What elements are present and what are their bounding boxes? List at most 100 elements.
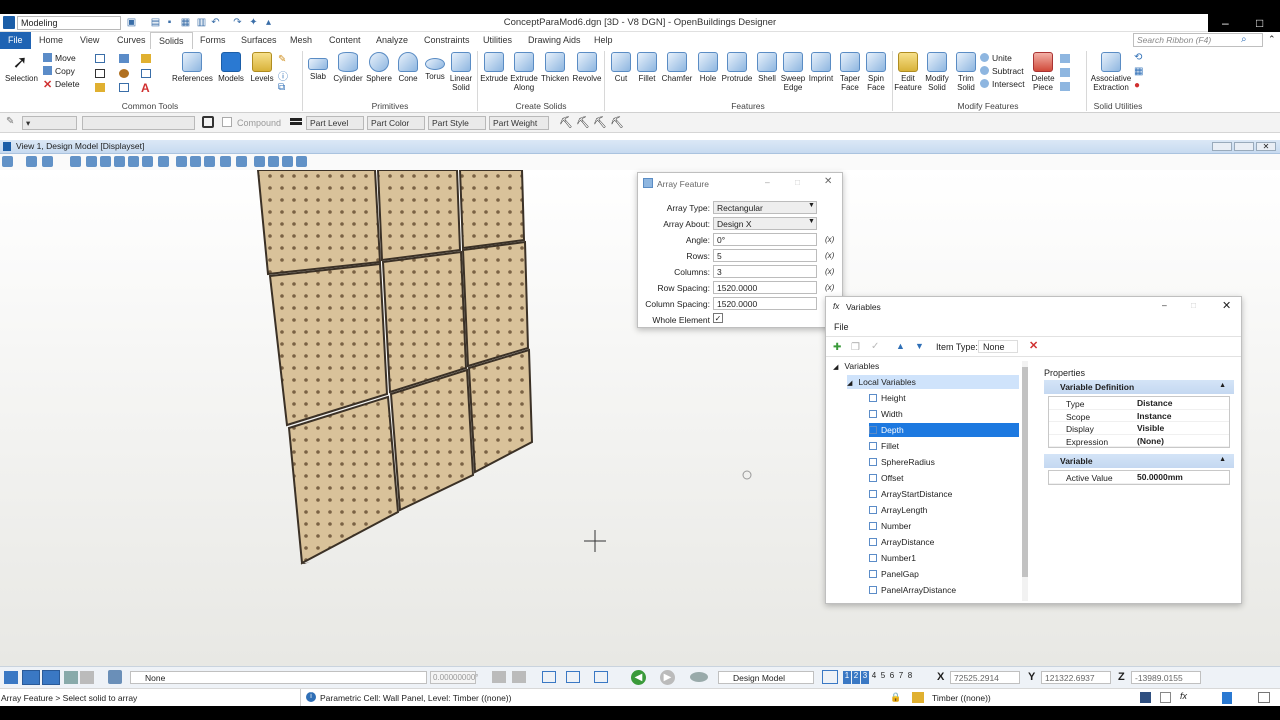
view-next-icon[interactable] bbox=[190, 156, 201, 167]
part-style-select[interactable]: Part Style bbox=[428, 116, 486, 130]
array-about-select[interactable]: Design X bbox=[713, 217, 817, 230]
remove-icon[interactable]: ● bbox=[1134, 80, 1146, 94]
pencil-icon[interactable] bbox=[95, 83, 105, 92]
expression-row[interactable]: Expression (None) bbox=[1049, 435, 1229, 447]
panel[interactable] bbox=[389, 368, 475, 512]
scope-row[interactable]: Scope Instance bbox=[1049, 410, 1229, 422]
view-previous-icon[interactable] bbox=[176, 156, 187, 167]
save-icon[interactable] bbox=[1140, 692, 1151, 703]
variable-item-sphereradius[interactable]: SphereRadius bbox=[869, 455, 1019, 469]
delete-button[interactable]: ✕ Delete bbox=[43, 78, 80, 91]
active-value-row[interactable]: Active Value 50.0000mm bbox=[1049, 471, 1229, 484]
copy-button[interactable]: Copy bbox=[43, 65, 80, 78]
panel[interactable] bbox=[381, 250, 468, 394]
level-select[interactable]: None bbox=[130, 671, 427, 684]
variable-item-height[interactable]: Height bbox=[869, 391, 1019, 405]
subtract-button[interactable]: Subtract bbox=[980, 65, 1025, 78]
tab-mesh[interactable]: Mesh bbox=[282, 32, 320, 49]
delete-piece-button[interactable]: Delete Piece bbox=[1028, 52, 1058, 100]
view-7-button[interactable]: 7 bbox=[897, 671, 905, 684]
view-6-button[interactable]: 6 bbox=[888, 671, 896, 684]
x-coordinate-field[interactable]: 72525.2914 bbox=[950, 671, 1020, 684]
solid-icon[interactable] bbox=[1060, 54, 1070, 63]
paint-icon[interactable] bbox=[119, 69, 129, 78]
view-rotation-icon[interactable] bbox=[254, 156, 265, 167]
variable-item-fillet[interactable]: Fillet bbox=[869, 439, 1019, 453]
measure-icon[interactable] bbox=[119, 54, 129, 63]
clip-mask-icon[interactable] bbox=[236, 156, 247, 167]
variable-item-depth[interactable]: Depth bbox=[869, 423, 1019, 437]
sweep-edge-button[interactable]: Sweep Edge bbox=[778, 52, 808, 100]
tab-analyze[interactable]: Analyze bbox=[368, 32, 416, 49]
tab-file[interactable]: File bbox=[0, 32, 31, 49]
columns-field[interactable]: 3 bbox=[713, 265, 817, 278]
update-view-icon[interactable] bbox=[70, 156, 81, 167]
rotate-view-icon[interactable] bbox=[142, 156, 153, 167]
panel[interactable] bbox=[461, 240, 530, 368]
move-up-icon[interactable]: ▲ bbox=[896, 341, 905, 351]
view-minimize-button[interactable] bbox=[1212, 142, 1232, 151]
maximize-icon[interactable]: □ bbox=[1256, 16, 1263, 30]
linear-solid-button[interactable]: Linear Solid bbox=[446, 52, 476, 100]
hole-button[interactable]: Hole bbox=[693, 52, 723, 100]
move-down-icon[interactable]: ▼ bbox=[915, 341, 924, 351]
view-2-button[interactable]: 2 bbox=[852, 671, 860, 684]
snap-icon[interactable] bbox=[141, 54, 151, 63]
variable-item-arraylength[interactable]: ArrayLength bbox=[869, 503, 1019, 517]
lock-icon[interactable]: 🔒 bbox=[890, 692, 902, 703]
convert-icon[interactable]: ⟲ bbox=[1134, 52, 1146, 66]
face-icon[interactable] bbox=[1060, 68, 1070, 77]
rows-variable-button[interactable]: (x) bbox=[825, 251, 834, 260]
variable-definition-header[interactable]: Variable Definition ▲ bbox=[1044, 380, 1234, 394]
revolve-button[interactable]: Revolve bbox=[572, 52, 602, 100]
grid-icon[interactable] bbox=[80, 671, 94, 684]
view-8-button[interactable]: 8 bbox=[906, 671, 914, 684]
selection-filter-icon[interactable] bbox=[566, 671, 580, 683]
level-manager-icon[interactable] bbox=[108, 670, 122, 684]
tab-drawing-aids[interactable]: Drawing Aids bbox=[520, 32, 589, 49]
view-restore-button[interactable] bbox=[1234, 142, 1254, 151]
maximize-icon[interactable]: □ bbox=[1191, 300, 1196, 310]
minimize-icon[interactable]: – bbox=[1162, 300, 1167, 310]
slab-button[interactable]: Slab bbox=[303, 52, 333, 100]
protrude-button[interactable]: Protrude bbox=[720, 52, 754, 100]
panel[interactable] bbox=[256, 170, 382, 276]
rectangle-icon[interactable] bbox=[119, 83, 129, 92]
display-filter-icon[interactable] bbox=[594, 671, 608, 683]
part-weight-select[interactable]: Part Weight bbox=[489, 116, 549, 130]
tab-constraints[interactable]: Constraints bbox=[416, 32, 478, 49]
variable-item-panelgap[interactable]: PanelGap bbox=[869, 567, 1019, 581]
tab-surfaces[interactable]: Surfaces bbox=[233, 32, 285, 49]
array-type-select[interactable]: Rectangular bbox=[713, 201, 817, 214]
pencil-icon[interactable] bbox=[912, 692, 924, 703]
fit-icon[interactable] bbox=[141, 69, 151, 78]
part-color-select[interactable]: Part Color bbox=[367, 116, 425, 130]
row-spacing-variable-button[interactable]: (x) bbox=[825, 283, 834, 292]
columns-variable-button[interactable]: (x) bbox=[825, 267, 834, 276]
active-value-field[interactable]: 50.0000mm bbox=[1137, 472, 1183, 482]
sphere-button[interactable]: Sphere bbox=[364, 52, 394, 100]
collapse-icon[interactable]: ◢ bbox=[847, 380, 852, 387]
clip-volume-icon[interactable] bbox=[220, 156, 231, 167]
intersect-button[interactable]: Intersect bbox=[980, 78, 1025, 91]
cylinder-button[interactable]: Cylinder bbox=[332, 52, 364, 100]
row-spacing-field[interactable]: 1520.0000 bbox=[713, 281, 817, 294]
compound-checkbox[interactable] bbox=[222, 117, 232, 127]
locks-icon[interactable] bbox=[492, 671, 506, 683]
window-area-icon[interactable] bbox=[114, 156, 125, 167]
item-type-select[interactable]: None bbox=[978, 340, 1018, 353]
thicken-button[interactable]: Thicken bbox=[540, 52, 570, 100]
copy-icon[interactable]: ❐ bbox=[851, 342, 860, 353]
minimize-icon[interactable]: – bbox=[1222, 16, 1229, 30]
attribute-icon[interactable] bbox=[202, 116, 214, 128]
variable-item-panelarraydistance[interactable]: PanelArrayDistance bbox=[869, 583, 1019, 597]
camera-icon[interactable] bbox=[204, 156, 215, 167]
forward-icon[interactable]: ▶ bbox=[660, 670, 675, 685]
rows-field[interactable]: 5 bbox=[713, 249, 817, 262]
column-spacing-field[interactable]: 1520.0000 bbox=[713, 297, 817, 310]
search-icon[interactable]: ⌕ bbox=[1241, 34, 1247, 45]
view-attributes-icon[interactable] bbox=[2, 156, 13, 167]
tree-local-variables[interactable]: ◢ Local Variables bbox=[847, 375, 1019, 389]
variable-item-offset[interactable]: Offset bbox=[869, 471, 1019, 485]
text-icon[interactable]: A bbox=[141, 81, 150, 95]
